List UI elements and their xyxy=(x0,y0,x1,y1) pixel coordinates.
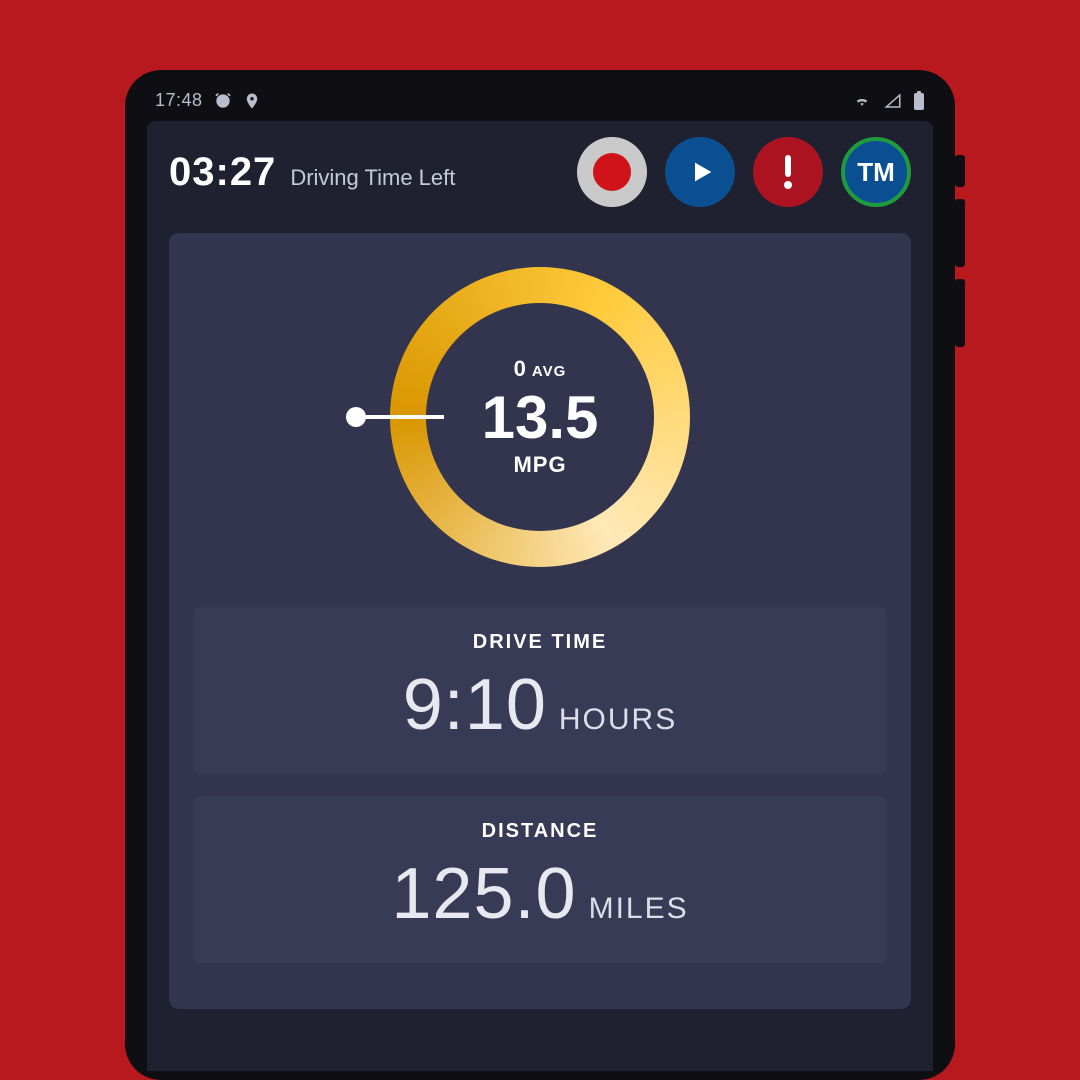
alert-button[interactable] xyxy=(753,137,823,207)
gauge-avg-label: AVG xyxy=(532,363,566,380)
alarm-icon xyxy=(213,91,233,111)
mpg-gauge: 0 AVG 13.5 MPG xyxy=(390,267,690,567)
play-icon xyxy=(688,156,716,188)
location-icon xyxy=(243,91,261,111)
gauge-avg-value: 0 xyxy=(514,356,526,382)
driving-time-left: 03:27 Driving Time Left xyxy=(169,150,455,195)
distance-value: 125.0 xyxy=(391,853,576,935)
battery-icon xyxy=(913,91,925,111)
driving-time-left-value: 03:27 xyxy=(169,150,276,195)
dashboard-panel: 0 AVG 13.5 MPG DRIVE TIME 9:10 HOURS xyxy=(169,233,911,1009)
user-avatar-initials: TM xyxy=(857,157,895,188)
app-top-bar: 03:27 Driving Time Left TM xyxy=(147,121,933,225)
gauge-center: 0 AVG 13.5 MPG xyxy=(426,303,654,531)
distance-unit: MILES xyxy=(589,892,689,926)
wifi-icon xyxy=(851,92,873,110)
gauge-unit: MPG xyxy=(513,452,566,478)
device-side-buttons xyxy=(955,155,965,359)
drive-time-title: DRIVE TIME xyxy=(203,631,877,654)
drive-time-card: DRIVE TIME 9:10 HOURS xyxy=(193,607,887,774)
status-bar: 17:48 xyxy=(147,90,933,121)
signal-icon xyxy=(883,92,903,110)
status-clock: 17:48 xyxy=(155,90,203,111)
play-button[interactable] xyxy=(665,137,735,207)
drive-time-unit: HOURS xyxy=(559,703,677,737)
app-screen: 03:27 Driving Time Left TM xyxy=(147,121,933,1071)
exclamation-icon xyxy=(782,153,794,191)
user-avatar-button[interactable]: TM xyxy=(841,137,911,207)
record-button[interactable] xyxy=(577,137,647,207)
record-icon xyxy=(593,153,631,191)
distance-title: DISTANCE xyxy=(203,820,877,843)
drive-time-value: 9:10 xyxy=(403,664,547,746)
driving-time-left-label: Driving Time Left xyxy=(290,165,455,191)
gauge-needle-icon xyxy=(346,407,444,427)
distance-card: DISTANCE 125.0 MILES xyxy=(193,796,887,963)
gauge-main-value: 13.5 xyxy=(482,388,599,448)
tablet-frame: 17:48 03:27 Driving Time Left xyxy=(125,70,955,1080)
